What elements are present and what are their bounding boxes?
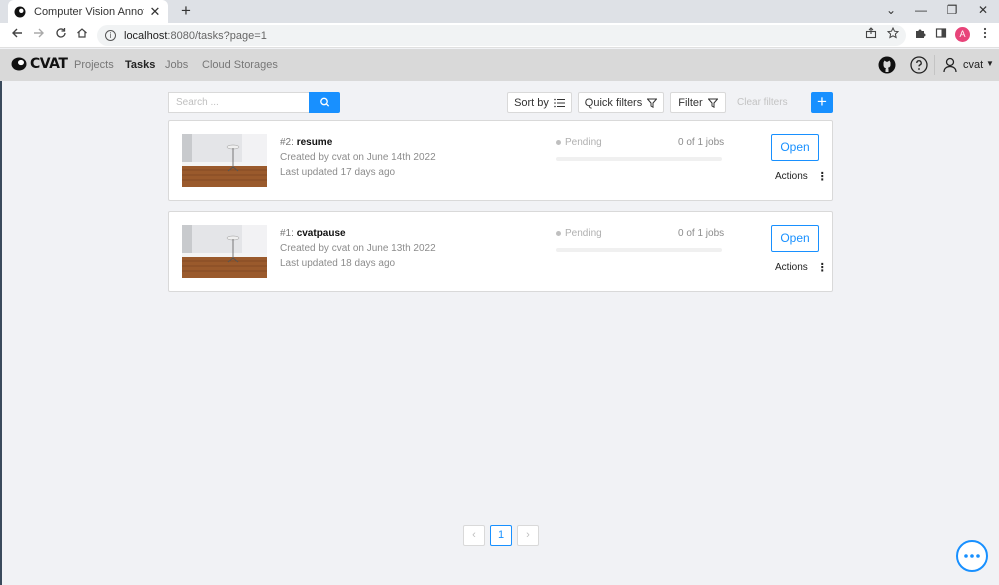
chat-bubble-icon [964,554,980,558]
task-updated: Last updated 17 days ago [280,167,396,178]
filter-funnel-icon [647,98,658,108]
logo-text: CVAT [30,56,68,72]
status-dot-icon [556,231,561,236]
more-vertical-icon: ⋮ [816,169,828,183]
pagination-prev-button[interactable]: ‹ [463,525,485,546]
restore-icon[interactable]: ❐ [942,2,962,18]
task-card: #2: resume Created by cvat on June 14th … [168,120,833,201]
profile-avatar[interactable]: A [955,27,970,42]
filter-label: Filter [678,96,703,109]
app-header: CVAT Projects Tasks Jobs Cloud Storages … [0,49,999,81]
task-updated: Last updated 18 days ago [280,258,396,269]
window-edge [0,81,2,585]
browser-toolbar: i localhost:8080/tasks?page=1 [0,23,999,48]
browser-tab-title: Computer Vision Annotation Tool [34,5,144,18]
actions-label: Actions [775,171,808,182]
jobs-count: 0 of 1 jobs [678,228,725,239]
task-card: #1: cvatpause Created by cvat on June 13… [168,211,833,292]
search-icon [320,97,330,107]
new-tab-button[interactable]: + [178,2,194,20]
close-window-icon[interactable]: ✕ [973,2,993,18]
create-task-button[interactable]: + [811,92,833,113]
browser-tab[interactable]: Computer Vision Annotation Tool ✕ [8,0,168,23]
task-preview-image[interactable] [182,134,267,187]
sort-by-label: Sort by [514,96,549,109]
task-id: #1: [280,228,297,239]
forward-arrow-icon[interactable] [31,27,47,43]
pagination-next-button[interactable]: › [517,525,539,546]
task-progress-bar [556,157,722,161]
nav-tasks[interactable]: Tasks [125,59,155,71]
task-name: cvatpause [296,228,346,239]
sort-list-icon [554,98,565,107]
cvat-logo[interactable]: CVAT [11,56,68,72]
nav-jobs[interactable]: Jobs [165,59,188,71]
cvat-logo-icon [11,57,27,71]
task-created: Created by cvat on June 14th 2022 [280,152,436,163]
more-vertical-icon: ⋮ [816,260,828,274]
extensions-puzzle-icon[interactable] [912,27,928,43]
share-icon[interactable] [863,27,879,43]
tab-search-icon[interactable]: ⌄ [881,2,901,18]
task-actions-menu[interactable]: Actions ⋮ [775,260,828,274]
clear-filters-button[interactable]: Clear filters [737,97,788,108]
sort-by-button[interactable]: Sort by [507,92,572,113]
caret-down-icon[interactable]: ▼ [986,59,994,68]
back-arrow-icon[interactable] [9,27,25,43]
pagination-page-1[interactable]: 1 [490,525,512,546]
task-actions-menu[interactable]: Actions ⋮ [775,169,828,183]
home-icon[interactable] [74,27,90,43]
search-button[interactable] [309,92,340,113]
reload-icon[interactable] [53,27,69,43]
nav-projects[interactable]: Projects [74,59,114,71]
nav-cloud-storages[interactable]: Cloud Storages [202,59,278,71]
cvat-favicon-icon [14,6,26,18]
header-divider [934,55,935,75]
task-created: Created by cvat on June 13th 2022 [280,243,436,254]
task-progress-bar [556,248,722,252]
chat-support-button[interactable] [956,540,988,572]
task-title[interactable]: #1: cvatpause [280,228,346,239]
quick-filters-label: Quick filters [584,96,643,109]
close-tab-icon[interactable]: ✕ [148,4,162,20]
help-question-icon[interactable] [910,56,928,74]
user-name[interactable]: cvat [963,59,983,71]
task-status: Pending [556,137,602,148]
minimize-icon[interactable]: — [911,2,931,18]
filter-funnel-icon [707,98,718,108]
status-label: Pending [565,228,602,239]
open-task-button[interactable]: Open [771,134,819,161]
chrome-menu-icon[interactable] [977,27,993,43]
address-bar[interactable]: i localhost:8080/tasks?page=1 [97,25,906,46]
address-url: localhost:8080/tasks?page=1 [124,29,267,42]
task-preview-image[interactable] [182,225,267,278]
site-info-icon[interactable]: i [105,30,116,41]
github-icon[interactable] [878,56,896,74]
task-id: #2: [280,137,297,148]
task-status: Pending [556,228,602,239]
open-task-button[interactable]: Open [771,225,819,252]
jobs-count: 0 of 1 jobs [678,137,725,148]
task-title[interactable]: #2: resume [280,137,332,148]
status-dot-icon [556,140,561,145]
task-name: resume [296,137,333,148]
user-icon[interactable] [943,57,957,73]
filter-button[interactable]: Filter [670,92,726,113]
search-input[interactable]: Search ... [168,92,309,113]
browser-tab-strip: Computer Vision Annotation Tool ✕ + ⌄ — … [0,0,999,23]
status-label: Pending [565,137,602,148]
bookmark-star-icon[interactable] [885,26,901,43]
side-panel-icon[interactable] [933,27,949,43]
actions-label: Actions [775,262,808,273]
quick-filters-button[interactable]: Quick filters [578,92,664,113]
